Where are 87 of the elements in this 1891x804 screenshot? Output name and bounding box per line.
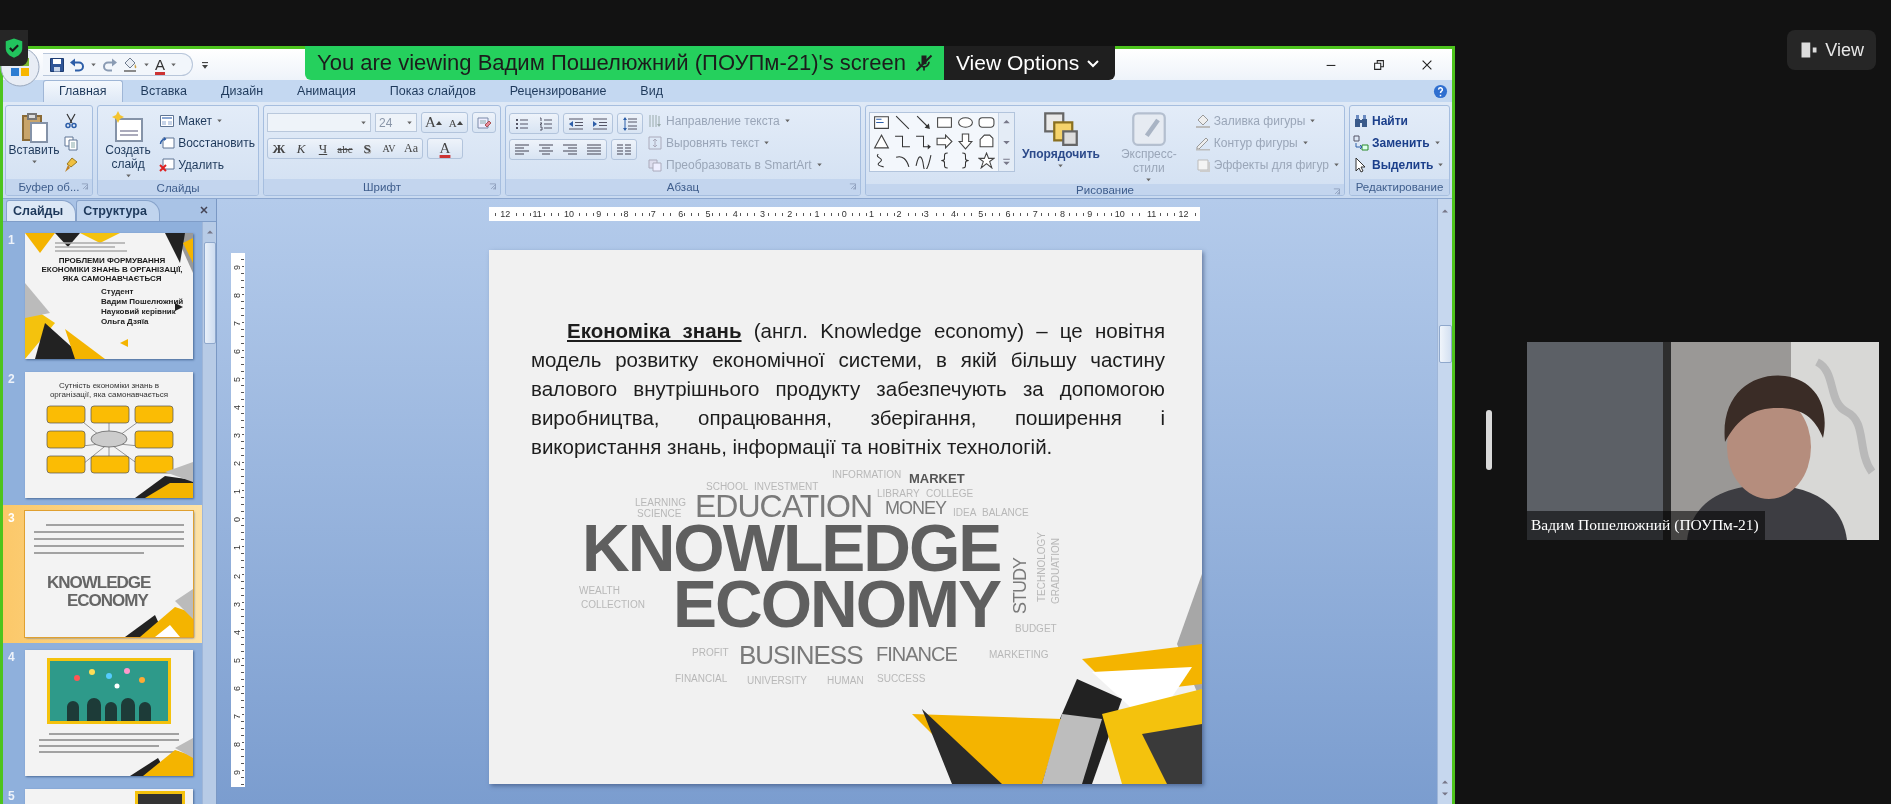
word-cloud-word: ECONOMY bbox=[673, 578, 1001, 631]
thumbnail-text: Науковий керівник bbox=[101, 307, 176, 316]
ribbon-command[interactable]: Выделить bbox=[1353, 155, 1446, 174]
thumbnail-title: Сутність економіки знань в організації, яка самонавчається bbox=[48, 381, 170, 399]
ribbon-tab[interactable]: Рецензирование bbox=[493, 80, 623, 102]
format-button[interactable]: К bbox=[290, 139, 312, 158]
word-cloud-word: MARKET bbox=[909, 472, 965, 485]
format-button[interactable]: Ж bbox=[268, 139, 290, 158]
word-cloud-word: INVESTMENT bbox=[754, 482, 819, 492]
word-cloud-word: WEALTH bbox=[579, 586, 620, 596]
banner-text: You are viewing Вадим Пошелюжний (ПОУПм-21)'s screen bbox=[317, 50, 906, 76]
word-cloud-word: EDUCATION bbox=[695, 493, 873, 521]
word-cloud-word: BALANCE bbox=[982, 508, 1029, 518]
selected-thumbnail-row[interactable]: 3 KNOWLEDGE ECONOMY bbox=[3, 505, 202, 643]
word-cloud-word: HUMAN bbox=[827, 676, 864, 686]
thumbnail-text: Вадим Пошелюжний bbox=[101, 297, 184, 306]
thumbnail-text: Ольга Дзяїа bbox=[101, 317, 149, 326]
ribbon-tab[interactable]: Показ слайдов bbox=[373, 80, 492, 102]
thumbnail-text: Студент bbox=[101, 287, 134, 296]
horizontal-ruler: 12 11 10 9 8 7 6 5 4 3 2 1 0 1 2 3 4 5 6 7 8 9 10 11 12 bbox=[489, 207, 1200, 221]
view-options-button[interactable]: View Options bbox=[943, 46, 1116, 80]
slide-thumbnail[interactable]: KNOWLEDGE ECONOMY bbox=[25, 511, 193, 637]
word-cloud-word: STUDY bbox=[1013, 558, 1029, 614]
word-cloud-word: TECHNOLOGY bbox=[1037, 532, 1047, 602]
word-cloud-word: INFORMATION bbox=[832, 470, 902, 480]
word-cloud-word: COLLEGE bbox=[926, 489, 974, 499]
slide-paragraph: Економіка знань (англ. Knowledge economy) – це новітня модель розвитку економічної системи, в якій більшу частину валового внутрішнього продукту забезпечують за допомогою виробництва, опрацювання, зберігання, поширення і використання знань, інформації та новітніх технологій. bbox=[531, 318, 1165, 460]
grow-font-button[interactable]: A bbox=[422, 113, 445, 132]
word-cloud-word: GRADUATION bbox=[1051, 538, 1061, 604]
format-button[interactable]: Aa bbox=[400, 139, 422, 158]
group-label: Редактирование bbox=[1355, 181, 1444, 193]
format-button[interactable]: abc bbox=[334, 139, 356, 158]
word-cloud-word: FINANCE bbox=[876, 646, 957, 663]
pane-tab[interactable]: Структура bbox=[76, 200, 160, 221]
font-color-button[interactable]: A bbox=[155, 56, 165, 73]
slide-thumbnail[interactable]: ПРОБЛЕМИ ФОРМУВАННЯ ЕКОНОМІКИ ЗНАНЬ В ОРГАНІЗАЦІЇ, ЯКА САМОНАВЧАЄТЬСЯ Студент Вадим Пошелюжний Науковий керівник Ольга Дзяїа bbox=[25, 233, 193, 359]
ribbon-tab[interactable]: Вставка bbox=[124, 80, 204, 102]
ribbon-tab[interactable]: Анимация bbox=[281, 80, 372, 102]
slide-number: 3 bbox=[7, 511, 16, 527]
ribbon-command[interactable]: Восстановить bbox=[159, 133, 255, 152]
view-button[interactable]: View bbox=[1787, 30, 1876, 70]
pane-tab[interactable]: Слайды bbox=[6, 200, 77, 221]
ribbon-command[interactable]: Упорядочить bbox=[1019, 109, 1103, 184]
thumbnail-text: KNOWLEDGE bbox=[47, 573, 151, 593]
ribbon-tab[interactable]: Дизайн bbox=[205, 80, 280, 102]
word-cloud-word: UNIVERSITY bbox=[747, 676, 807, 686]
ribbon-command[interactable]: Удалить bbox=[159, 155, 255, 174]
group-label: Шрифт bbox=[363, 181, 401, 193]
ribbon-command[interactable]: Найти bbox=[1353, 111, 1446, 130]
slide-thumbnail[interactable]: Сутність економіки знань в організації, яка самонавчається bbox=[25, 372, 193, 498]
word-cloud-word: LIBRARY bbox=[877, 489, 920, 499]
slide-number: 2 bbox=[7, 372, 16, 388]
ribbon-tab[interactable]: Главная bbox=[43, 80, 123, 102]
word-cloud-word: LEARNING bbox=[635, 498, 687, 508]
word-cloud-word: FINANCIAL bbox=[675, 674, 728, 684]
participant-name: Вадим Пошелюжний (ПОУПм-21) bbox=[1527, 511, 1765, 540]
word-cloud-word: SUCCESS bbox=[877, 674, 926, 684]
slide-number: 5 bbox=[7, 789, 16, 804]
group-label: Абзац bbox=[666, 181, 700, 193]
new-slide-button[interactable]: Создать слайд bbox=[101, 109, 156, 180]
slide-number: 4 bbox=[7, 650, 16, 666]
paste-button[interactable]: Вставить bbox=[9, 109, 59, 179]
word-cloud-word: MARKETING bbox=[989, 650, 1049, 660]
ribbon-command[interactable]: Заменить bbox=[1353, 133, 1446, 152]
slide-number: 1 bbox=[7, 233, 16, 249]
word-cloud-word: MONEY bbox=[885, 501, 946, 517]
format-button[interactable]: AV bbox=[378, 139, 400, 158]
format-button[interactable]: S bbox=[356, 139, 378, 158]
thumbnail-text: ECONOMY bbox=[67, 591, 148, 611]
thumbnail-title: ПРОБЛЕМИ ФОРМУВАННЯ ЕКОНОМІКИ ЗНАНЬ В ОРГАНІЗАЦІЇ, ЯКА САМОНАВЧАЄТЬСЯ bbox=[40, 256, 184, 283]
ribbon-command[interactable]: Макет bbox=[159, 111, 255, 130]
group-label: Рисование bbox=[1076, 184, 1134, 195]
vertical-ruler: 9 8 7 6 5 4 3 2 1 0 1 2 3 4 5 6 7 8 9 bbox=[231, 253, 245, 787]
word-cloud-word: KNOWLEDGE bbox=[582, 522, 1001, 575]
word-cloud-word: COLLECTION bbox=[581, 600, 645, 610]
group-label: Слайды bbox=[156, 181, 200, 194]
word-cloud-word: BUDGET bbox=[1015, 624, 1057, 634]
shrink-font-button[interactable]: A bbox=[444, 113, 467, 132]
word-cloud-word: IDEA bbox=[953, 508, 977, 518]
group-label: Буфер об... bbox=[18, 181, 80, 193]
word-cloud-word: SCIENCE bbox=[637, 509, 682, 519]
word-cloud-word: SCHOOL bbox=[706, 482, 749, 492]
word-cloud-word: PROFIT bbox=[692, 648, 729, 658]
word-cloud-word: BUSINESS bbox=[739, 644, 863, 667]
ribbon-tab[interactable]: Вид bbox=[624, 80, 679, 102]
format-button[interactable]: Ч bbox=[312, 139, 334, 158]
font-color-button[interactable]: A bbox=[428, 139, 462, 158]
